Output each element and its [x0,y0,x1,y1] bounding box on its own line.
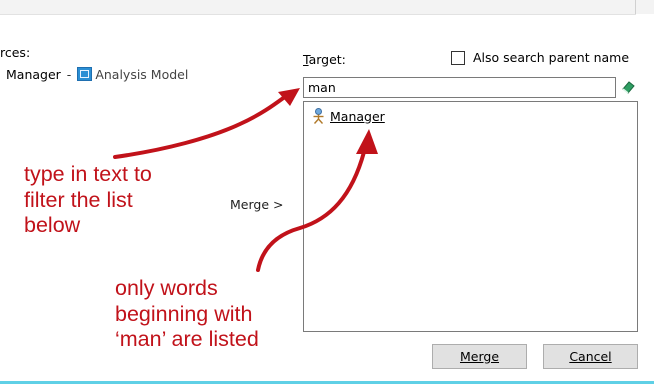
filter-annotation: type in text to filter the list below [24,162,152,237]
arrow-to-input-line [113,94,288,159]
arrow-to-item-line [256,150,366,272]
result-annotation: only words beginning with ‘man’ are list… [115,276,259,351]
arrow-to-item-head [356,129,378,154]
